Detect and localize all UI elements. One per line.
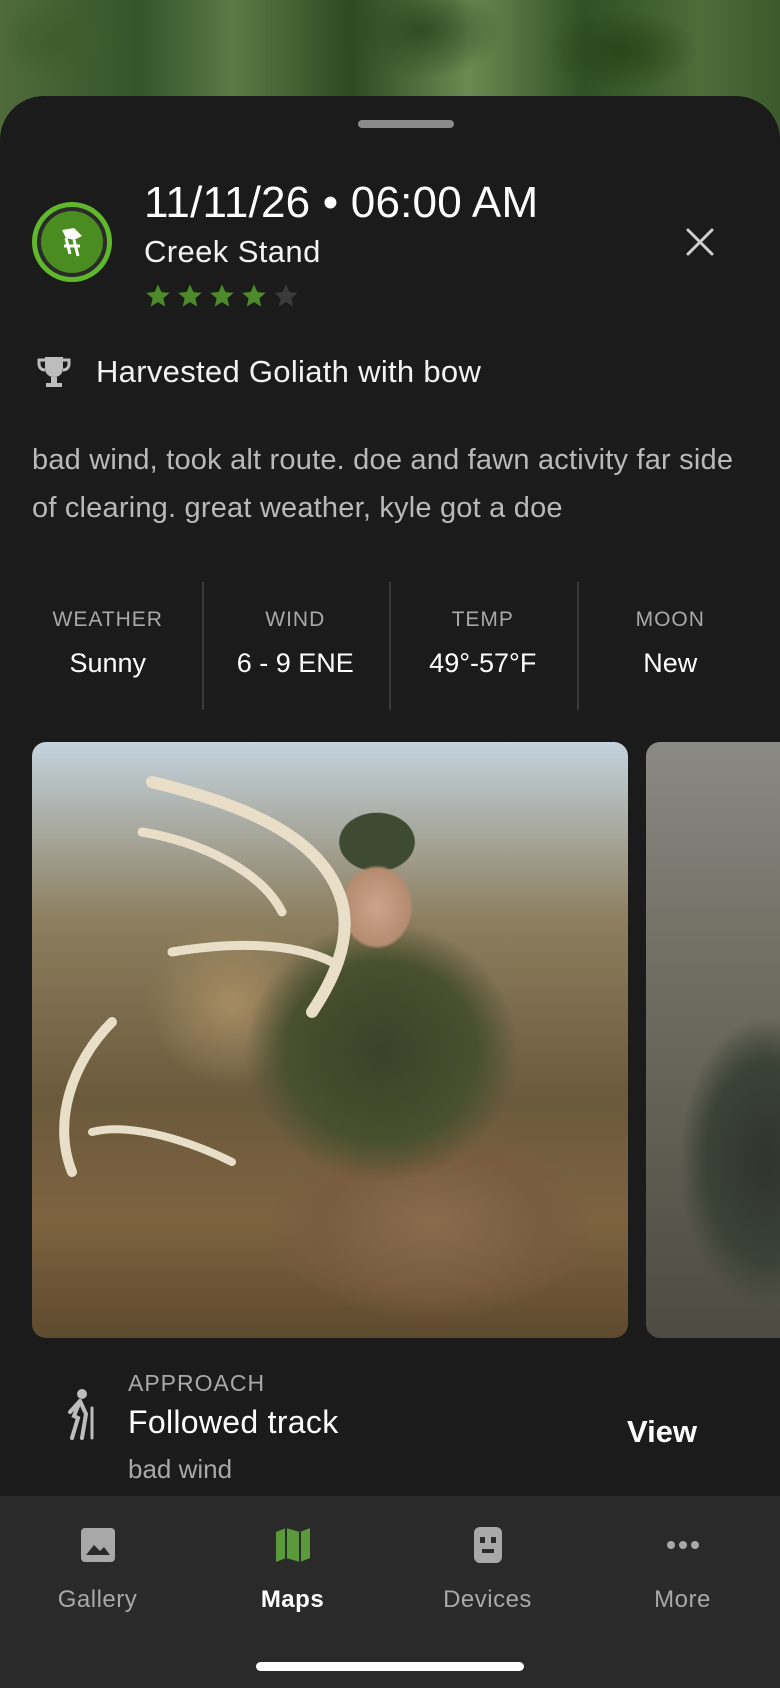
tab-maps[interactable]: Maps [195, 1496, 390, 1688]
condition-value: Sunny [69, 648, 147, 678]
more-dots-icon [662, 1524, 704, 1566]
trail-camera-icon [467, 1524, 509, 1566]
harvest-photo[interactable] [32, 742, 628, 1338]
map-icon [272, 1524, 314, 1566]
trophy-icon [37, 357, 71, 387]
harvest-photo[interactable] [646, 742, 780, 1338]
condition-wind: WIND 6 - 9 ENE [201, 582, 390, 710]
conditions-row: WEATHER Sunny WIND 6 - 9 ENE TEMP 49°-57… [14, 582, 764, 710]
photo-carousel[interactable] [32, 742, 780, 1338]
harvest-row: Harvested Goliath with bow [34, 350, 481, 394]
condition-label: WIND [265, 608, 326, 631]
sheet-drag-handle[interactable] [358, 120, 454, 128]
harvest-text: Harvested Goliath with bow [96, 354, 482, 389]
tab-devices[interactable]: Devices [390, 1496, 585, 1688]
tree-stand-icon [62, 228, 82, 257]
bottom-tab-bar: Gallery Maps Devices More [0, 1496, 780, 1688]
tab-label: Devices [443, 1586, 532, 1613]
star-filled-icon [242, 284, 266, 307]
stand-name: Creek Stand [144, 234, 321, 269]
tab-gallery[interactable]: Gallery [0, 1496, 195, 1688]
star-empty-icon [274, 284, 298, 307]
tab-label: More [654, 1586, 711, 1613]
home-indicator[interactable] [256, 1662, 524, 1671]
screen: 11/11/26 • 06:00 AM Creek Stand Harveste… [0, 0, 780, 1688]
condition-label: MOON [635, 608, 705, 631]
tab-more[interactable]: More [585, 1496, 780, 1688]
condition-value: New [643, 648, 698, 678]
condition-moon: MOON New [576, 582, 765, 710]
tab-label: Maps [260, 1586, 325, 1613]
view-approach-button[interactable]: View [612, 1402, 712, 1462]
image-icon [77, 1524, 119, 1566]
close-button[interactable] [676, 218, 724, 266]
hiking-icon [68, 1389, 94, 1440]
star-filled-icon [210, 284, 234, 307]
condition-weather: WEATHER Sunny [14, 582, 202, 710]
condition-label: WEATHER [52, 608, 163, 631]
condition-label: TEMP [451, 608, 514, 631]
stand-icon [32, 202, 112, 282]
tab-label: Gallery [57, 1586, 138, 1613]
condition-value: 49°-57°F [429, 648, 537, 678]
antler-illustration [59, 776, 351, 1177]
approach-label: APPROACH [128, 1370, 266, 1396]
star-filled-icon [146, 284, 170, 307]
entry-datetime: 11/11/26 • 06:00 AM [144, 178, 539, 227]
condition-value: 6 - 9 ENE [236, 648, 354, 678]
close-icon [686, 228, 714, 256]
approach-row: APPROACH Followed track bad wind View [0, 1366, 780, 1486]
star-filled-icon [178, 284, 202, 307]
condition-temp: TEMP 49°-57°F [389, 582, 577, 710]
entry-notes: bad wind, took alt route. doe and fawn a… [32, 444, 734, 524]
rating-stars [144, 282, 300, 310]
approach-subtitle: bad wind [128, 1454, 233, 1484]
approach-title: Followed track [128, 1404, 339, 1440]
